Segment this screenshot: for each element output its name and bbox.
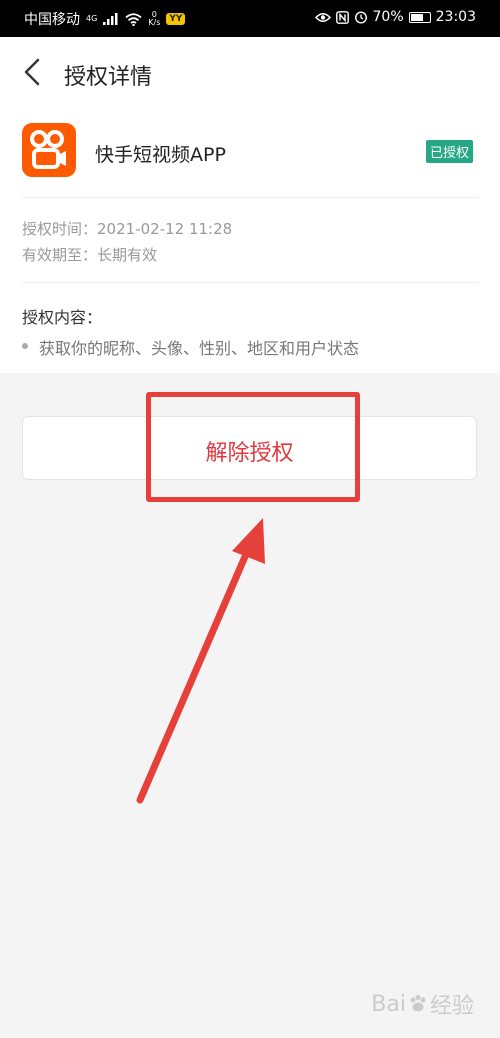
baidu-jingyan-watermark: Bai 经验 bbox=[371, 991, 474, 1020]
carrier-label: 中国移动 bbox=[24, 12, 80, 28]
eye-icon bbox=[314, 12, 331, 22]
chevron-left-icon bbox=[24, 58, 40, 86]
auth-time-label: 授权时间： bbox=[22, 220, 98, 238]
battery-percent: 70% bbox=[372, 9, 404, 25]
battery-icon bbox=[408, 11, 431, 23]
battery-level bbox=[410, 13, 423, 21]
authorized-badge: 已授权 bbox=[426, 140, 474, 163]
back-button[interactable] bbox=[18, 55, 48, 89]
auth-time-row: 授权时间：2021-02-12 11:28 bbox=[22, 218, 232, 239]
auth-time-value: 2021-02-12 11:28 bbox=[97, 220, 233, 238]
expiry-row: 有效期至：长期有效 bbox=[22, 244, 157, 265]
auth-content-item: 获取你的昵称、头像、性别、地区和用户状态 bbox=[39, 339, 360, 358]
net-speed-unit: K/s bbox=[148, 18, 161, 27]
paw-icon bbox=[410, 995, 426, 1012]
network-type: 4G bbox=[86, 14, 98, 23]
kuaishou-app-icon bbox=[22, 123, 76, 177]
nfc-icon bbox=[335, 10, 349, 24]
signal-icon bbox=[103, 13, 118, 25]
divider bbox=[22, 197, 478, 198]
alarm-icon bbox=[354, 11, 367, 24]
net-speed: 0 K/s bbox=[148, 11, 160, 27]
status-bar: 中国移动 4G 0 K/s YY 70% 23:03 bbox=[0, 0, 500, 37]
expiry-label: 有效期至： bbox=[22, 246, 98, 264]
app-name: 快手短视频APP bbox=[95, 144, 226, 166]
expiry-value: 长期有效 bbox=[97, 246, 158, 264]
divider bbox=[22, 282, 478, 283]
annotation-highlight-box bbox=[146, 392, 360, 502]
auth-content-label: 授权内容： bbox=[22, 308, 103, 327]
bullet-dot bbox=[22, 343, 28, 349]
page-title: 授权详情 bbox=[64, 65, 153, 90]
wifi-icon bbox=[125, 12, 142, 26]
clock: 23:03 bbox=[435, 9, 476, 25]
authorization-detail-card: 授权详情 快手短视频APP 已授权 授权时间：2021-02-12 11:28 … bbox=[0, 37, 500, 373]
yy-app-icon: YY bbox=[166, 13, 186, 25]
